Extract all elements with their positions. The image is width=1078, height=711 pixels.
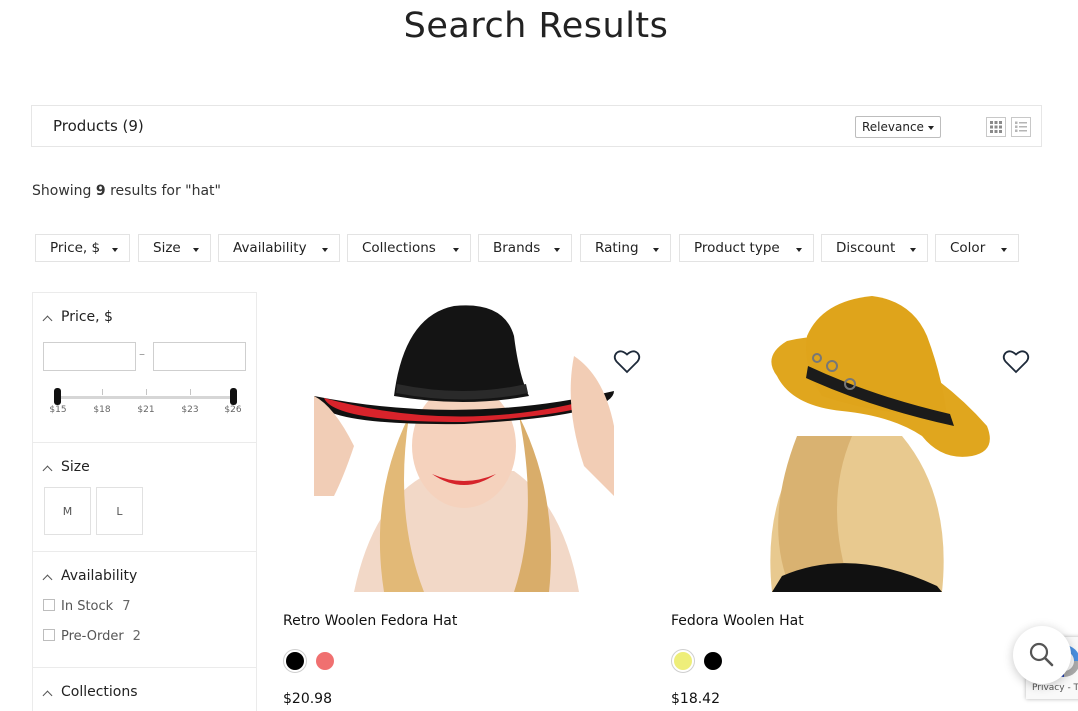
filter-color[interactable]: Color — [935, 234, 1019, 262]
page-title: Search Results — [403, 6, 669, 46]
slider-tick-label: $23 — [181, 405, 199, 415]
facet-title[interactable]: Price, $ — [61, 309, 113, 325]
size-option-l[interactable]: L — [96, 487, 143, 535]
color-swatch-yellow[interactable] — [671, 649, 695, 673]
filter-label: Size — [153, 240, 181, 256]
chevron-up-icon[interactable] — [42, 690, 53, 701]
search-icon — [1029, 642, 1054, 667]
list-view-icon — [1015, 121, 1027, 132]
chevron-down-icon — [453, 248, 459, 252]
chevron-down-icon — [796, 248, 802, 252]
slider-tick-label: $21 — [137, 405, 155, 415]
chevron-up-icon[interactable] — [42, 315, 53, 326]
availability-count: 7 — [122, 599, 131, 614]
sort-selected-value: Relevance — [862, 120, 924, 134]
product-title[interactable]: Fedora Woolen Hat — [671, 613, 804, 629]
product-image[interactable] — [314, 296, 614, 592]
filter-price[interactable]: Price, $ — [35, 234, 130, 262]
facet-availability: Availability In Stock 7 Pre-Order 2 — [33, 552, 256, 668]
recaptcha-links[interactable]: Privacy - Terms — [1032, 683, 1078, 693]
availability-count: 2 — [132, 629, 141, 644]
slider-tick-label: $18 — [93, 405, 111, 415]
chevron-down-icon — [112, 248, 118, 252]
price-min-input[interactable] — [43, 342, 136, 371]
filter-label: Brands — [493, 240, 541, 256]
facet-title[interactable]: Availability — [61, 568, 137, 584]
chevron-down-icon — [554, 248, 560, 252]
product-price: $18.42 — [671, 691, 720, 707]
size-option-m[interactable]: M — [44, 487, 91, 535]
availability-option-pre-order[interactable]: Pre-Order 2 — [43, 629, 141, 644]
filter-label: Rating — [595, 240, 639, 256]
price-slider-max-handle[interactable] — [230, 388, 237, 405]
product-card[interactable]: Retro Woolen Fedora Hat $20.98 — [283, 296, 663, 711]
filter-discount[interactable]: Discount — [821, 234, 928, 262]
chevron-down-icon — [928, 126, 934, 130]
filter-label: Availability — [233, 240, 307, 256]
filter-rating[interactable]: Rating — [580, 234, 671, 262]
slider-tick — [190, 389, 191, 395]
filter-label: Color — [950, 240, 986, 256]
chevron-up-icon[interactable] — [42, 465, 53, 476]
chevron-down-icon — [910, 248, 916, 252]
filter-size[interactable]: Size — [138, 234, 211, 262]
heart-icon[interactable] — [613, 349, 641, 375]
chevron-down-icon — [1001, 248, 1007, 252]
filter-product-type[interactable]: Product type — [679, 234, 814, 262]
slider-tick — [146, 389, 147, 395]
results-toolbar: Products (9) Relevance — [31, 105, 1042, 147]
availability-option-in-stock[interactable]: In Stock 7 — [43, 599, 130, 614]
product-card[interactable]: Fedora Woolen Hat $18.42 — [671, 296, 1051, 711]
product-title[interactable]: Retro Woolen Fedora Hat — [283, 613, 457, 629]
grid-view-icon — [990, 121, 1002, 133]
filter-sidebar: Price, $ – $15 $18 $21 $23 $26 Size M L … — [32, 292, 257, 711]
availability-label: Pre-Order — [61, 629, 124, 644]
swatch-color — [316, 652, 334, 670]
summary-suffix: results for "hat" — [110, 183, 221, 199]
product-image[interactable] — [702, 296, 1002, 592]
facet-title[interactable]: Size — [61, 459, 90, 475]
facet-title[interactable]: Collections — [61, 684, 138, 700]
price-slider-track[interactable] — [57, 396, 233, 399]
summary-prefix: Showing — [32, 183, 92, 199]
heart-icon[interactable] — [1002, 349, 1030, 375]
chevron-down-icon — [653, 248, 659, 252]
grid-view-button[interactable] — [986, 117, 1006, 137]
color-swatch-black[interactable] — [283, 649, 307, 673]
color-swatch-black[interactable] — [701, 649, 725, 673]
price-slider-min-handle[interactable] — [54, 388, 61, 405]
swatch-color — [286, 652, 304, 670]
filter-label: Price, $ — [50, 240, 101, 256]
checkbox[interactable] — [43, 599, 55, 611]
slider-tick-label: $15 — [49, 405, 67, 415]
facet-size: Size M L — [33, 443, 256, 552]
list-view-button[interactable] — [1011, 117, 1031, 137]
facet-price: Price, $ – $15 $18 $21 $23 $26 — [33, 293, 256, 443]
filter-brands[interactable]: Brands — [478, 234, 572, 262]
products-count: Products (9) — [53, 117, 144, 135]
sort-select[interactable]: Relevance — [855, 116, 941, 138]
checkbox[interactable] — [43, 629, 55, 641]
search-fab-button[interactable] — [1013, 626, 1071, 684]
filter-label: Collections — [362, 240, 436, 256]
filter-label: Discount — [836, 240, 896, 256]
chevron-down-icon — [193, 248, 199, 252]
summary-count: 9 — [95, 183, 106, 199]
results-summary: Showing 9 results for "hat" — [32, 183, 221, 199]
product-price: $20.98 — [283, 691, 332, 707]
chevron-up-icon[interactable] — [42, 574, 53, 585]
chevron-down-icon — [322, 248, 328, 252]
facet-collections: Collections — [33, 668, 256, 711]
filter-availability[interactable]: Availability — [218, 234, 340, 262]
slider-tick — [102, 389, 103, 395]
swatch-color — [674, 652, 692, 670]
availability-label: In Stock — [61, 599, 114, 614]
price-max-input[interactable] — [153, 342, 246, 371]
swatch-color — [704, 652, 722, 670]
slider-tick-label: $26 — [224, 405, 242, 415]
price-range-dash: – — [139, 347, 145, 361]
filter-label: Product type — [694, 240, 780, 256]
filter-collections[interactable]: Collections — [347, 234, 471, 262]
color-swatch-coral[interactable] — [313, 649, 337, 673]
